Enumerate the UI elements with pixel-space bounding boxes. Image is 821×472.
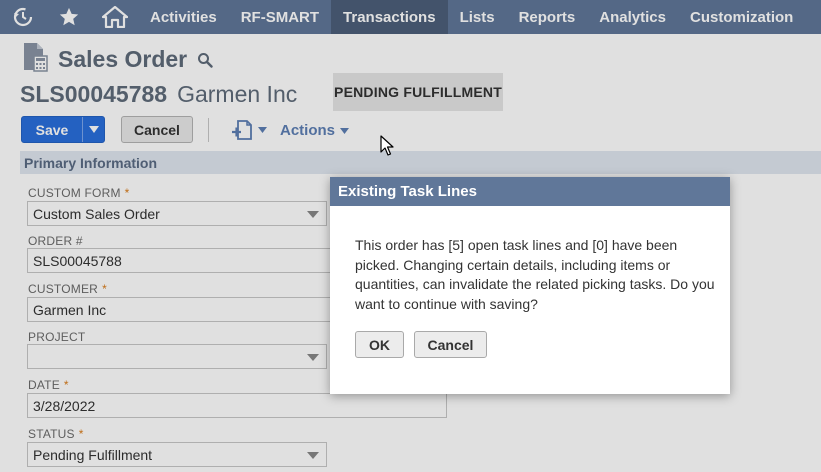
dialog-title: Existing Task Lines bbox=[330, 177, 730, 206]
existing-task-lines-dialog: Existing Task Lines This order has [5] o… bbox=[330, 177, 730, 394]
ok-button[interactable]: OK bbox=[355, 331, 404, 358]
dialog-message: This order has [5] open task lines and [… bbox=[355, 237, 715, 312]
dialog-cancel-button[interactable]: Cancel bbox=[414, 331, 487, 358]
mouse-pointer-icon bbox=[380, 135, 394, 162]
